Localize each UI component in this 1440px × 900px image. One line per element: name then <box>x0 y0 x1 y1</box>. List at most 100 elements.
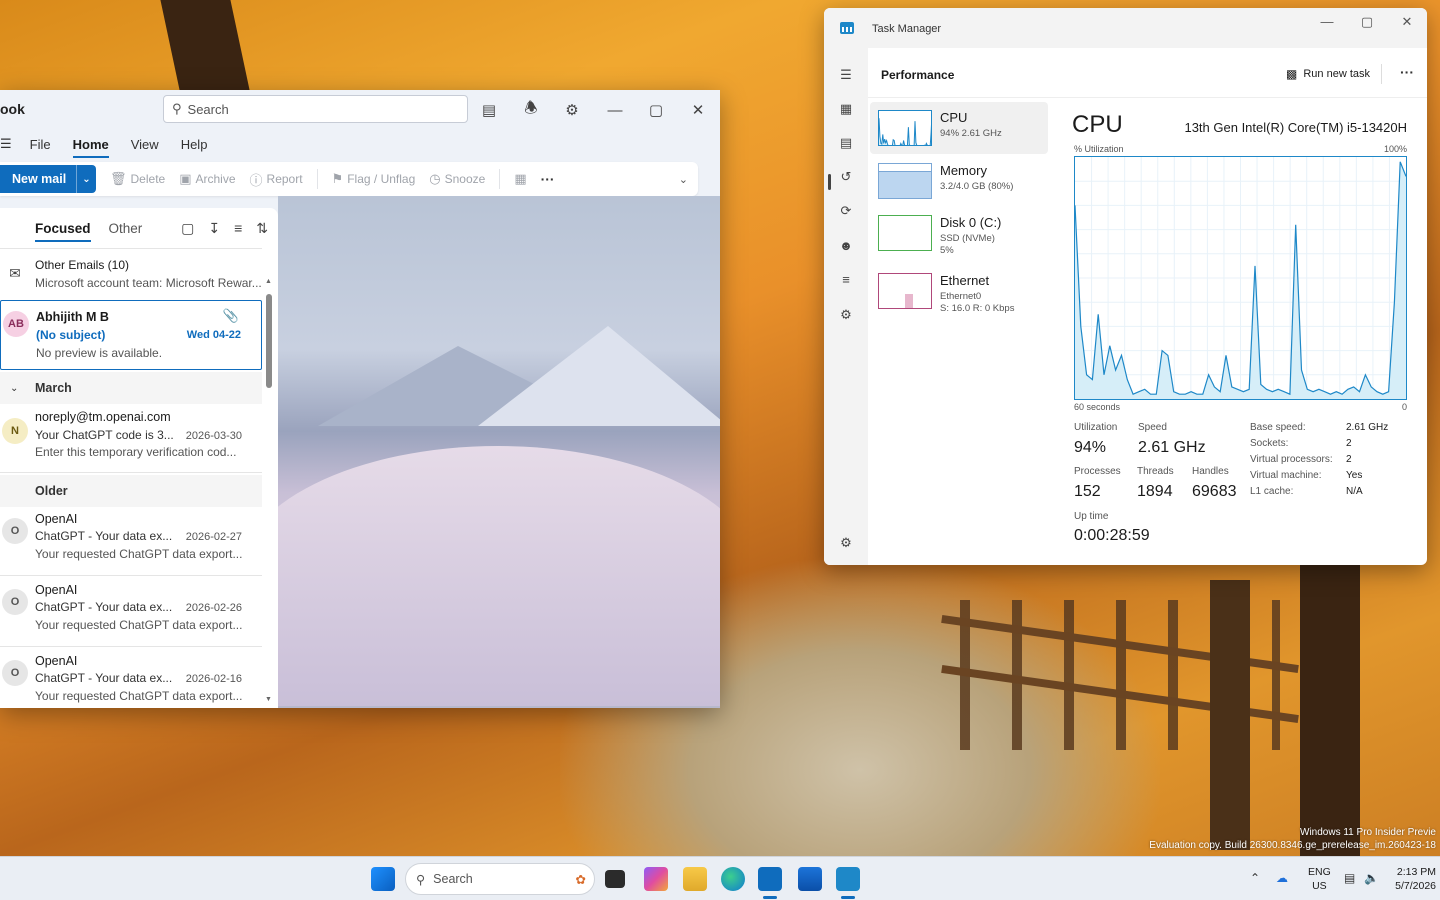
taskbar-search[interactable]: ⚲ Search ✿ <box>405 863 595 895</box>
minimize-button[interactable]: — <box>604 99 626 121</box>
windows-start-icon[interactable] <box>371 867 395 891</box>
search-input[interactable]: ⚲ Search <box>163 95 468 123</box>
axis-bottom-right: 0 <box>1401 402 1407 412</box>
close-button[interactable]: ✕ <box>687 99 709 121</box>
outlook-icon[interactable] <box>758 867 782 891</box>
chevron-up-icon[interactable]: ⌃ <box>1250 871 1260 885</box>
base-speed-label: Base speed: <box>1250 422 1306 433</box>
list-item[interactable]: O OpenAI ChatGPT - Your data ex... 2026-… <box>0 506 262 574</box>
speed-value: 2.61 GHz <box>1138 439 1206 456</box>
resource-name: Memory <box>940 163 987 178</box>
network-icon[interactable]: ▤ <box>1344 871 1355 885</box>
list-item[interactable]: O OpenAI ChatGPT - Your data ex... 2026-… <box>0 577 262 645</box>
hamburger-icon[interactable]: ☰ <box>0 136 12 152</box>
store-icon[interactable] <box>798 867 822 891</box>
snooze-button[interactable]: ◷ Snooze <box>429 171 485 187</box>
maximize-button[interactable]: ▢ <box>645 99 667 121</box>
volume-icon[interactable]: 🔈 <box>1364 871 1379 885</box>
tab-other[interactable]: Other <box>109 221 143 236</box>
filter-icon[interactable]: ≡ <box>234 220 242 237</box>
chevron-down-icon[interactable]: ⌄ <box>76 165 96 193</box>
group-header-march[interactable]: ⌄ March <box>0 372 262 404</box>
resource-sub-line: Ethernet0 <box>940 291 982 302</box>
avatar: N <box>2 418 28 444</box>
processes-icon[interactable]: ▦ <box>837 100 855 118</box>
jump-icon[interactable]: ↧ <box>208 220 220 237</box>
mail-date: 2026-02-26 <box>185 602 242 614</box>
app-history-icon[interactable]: ↺ <box>837 168 855 186</box>
resource-memory[interactable]: Memory 3.2/4.0 GB (80%) <box>870 155 1048 207</box>
performance-header: Performance ▩ Run new task ··· <box>868 48 1427 98</box>
other-emails-title: Other Emails (10) <box>35 258 130 272</box>
minimize-button[interactable]: — <box>1312 14 1342 29</box>
system-clock[interactable]: 2:13 PM 5/7/2026 <box>1395 865 1436 893</box>
my-day-icon[interactable]: ▤ <box>478 99 500 121</box>
menu-home[interactable]: Home <box>72 137 109 158</box>
menu-file[interactable]: File <box>30 137 51 152</box>
resource-cpu[interactable]: CPU 94% 2.61 GHz <box>870 102 1048 154</box>
resource-disk[interactable]: Disk 0 (C:) SSD (NVMe) 5% <box>870 207 1048 259</box>
more-options-button[interactable]: ··· <box>1400 64 1414 80</box>
base-speed-value: 2.61 GHz <box>1346 422 1389 433</box>
settings-gear-icon[interactable]: ⚙ <box>837 534 855 552</box>
hamburger-icon[interactable]: ☰ <box>837 66 855 84</box>
calendar-button[interactable]: ▦ <box>514 171 526 187</box>
threads-value: 1894 <box>1137 483 1173 500</box>
services-icon[interactable]: ⚙ <box>837 306 855 324</box>
edge-icon[interactable] <box>721 867 745 891</box>
resource-ethernet[interactable]: Ethernet Ethernet0 S: 16.0 R: 0 Kbps <box>870 265 1048 317</box>
maximize-button[interactable]: ▢ <box>1352 14 1382 30</box>
performance-icon[interactable]: ▤ <box>837 134 855 152</box>
users-icon[interactable]: ☻ <box>837 236 855 254</box>
list-item-other-emails[interactable]: ✉ Other Emails (10) Microsoft account te… <box>0 248 262 298</box>
resource-sub-line: SSD (NVMe) <box>940 233 995 244</box>
run-new-task-button[interactable]: ▩ Run new task <box>1286 67 1370 81</box>
startup-apps-icon[interactable]: ⟳ <box>837 202 855 220</box>
tab-focused[interactable]: Focused <box>35 221 91 242</box>
outlook-app-name: ook <box>0 101 25 117</box>
task-view-icon[interactable] <box>605 870 625 888</box>
more-options-button[interactable]: ··· <box>541 171 555 187</box>
ribbon-expand-icon[interactable]: ⌄ <box>679 173 688 186</box>
group-header-older[interactable]: Older <box>0 475 262 507</box>
onedrive-icon[interactable]: ☁ <box>1276 871 1288 885</box>
bell-icon[interactable]: 🕭 <box>520 99 542 121</box>
background-mountain <box>478 326 720 426</box>
resource-sub: 3.2/4.0 GB (80%) <box>940 181 1014 192</box>
copilot-icon[interactable] <box>644 867 668 891</box>
cpu-thumbnail <box>878 110 932 146</box>
delete-button[interactable]: 🗑 Delete <box>110 171 165 187</box>
language-indicator[interactable]: ENG US <box>1308 865 1331 893</box>
scrollbar-thumb[interactable] <box>266 294 272 388</box>
gear-icon[interactable]: ⚙ <box>561 99 583 121</box>
report-button[interactable]: ⓘ Report <box>250 170 303 189</box>
list-divider <box>0 472 262 473</box>
list-item-selected[interactable]: AB Abhijith M B 📎 (No subject) Wed 04-22… <box>0 300 262 370</box>
new-mail-button[interactable]: New mail ⌄ <box>0 165 96 193</box>
run-new-task-label: Run new task <box>1303 68 1370 80</box>
task-manager-taskbar-icon[interactable] <box>836 867 860 891</box>
virtual-processors-value: 2 <box>1346 454 1352 465</box>
list-tools: ▢ ↧ ≡ ⇅ <box>181 220 268 237</box>
close-button[interactable]: ✕ <box>1392 14 1422 30</box>
avatar: O <box>2 589 28 615</box>
mail-preview: Your requested ChatGPT data export... <box>35 689 243 703</box>
mail-date: 2026-02-16 <box>185 673 242 685</box>
menu-help[interactable]: Help <box>181 137 208 152</box>
details-icon[interactable]: ≡ <box>837 270 855 288</box>
clock-time: 2:13 PM <box>1396 866 1436 878</box>
scroll-down-icon[interactable]: ▼ <box>265 696 272 703</box>
outlook-menu-bar: ☰ File Home View Help <box>0 130 720 158</box>
list-item[interactable]: N noreply@tm.openai.com Your ChatGPT cod… <box>0 404 262 472</box>
sort-icon[interactable]: ⇅ <box>256 220 268 237</box>
flag-button[interactable]: ⚑ Flag / Unflag <box>332 171 416 187</box>
scroll-up-icon[interactable]: ▲ <box>265 278 272 285</box>
menu-view[interactable]: View <box>131 137 159 152</box>
axis-top-right: 100% <box>1383 144 1407 154</box>
select-icon[interactable]: ▢ <box>181 220 194 237</box>
uptime-label: Up time <box>1074 511 1109 522</box>
mail-sender: Abhijith M B <box>36 310 109 324</box>
file-explorer-icon[interactable] <box>683 867 707 891</box>
archive-button[interactable]: ▣ Archive <box>179 171 235 187</box>
list-item[interactable]: O OpenAI ChatGPT - Your data ex... 2026-… <box>0 648 262 708</box>
